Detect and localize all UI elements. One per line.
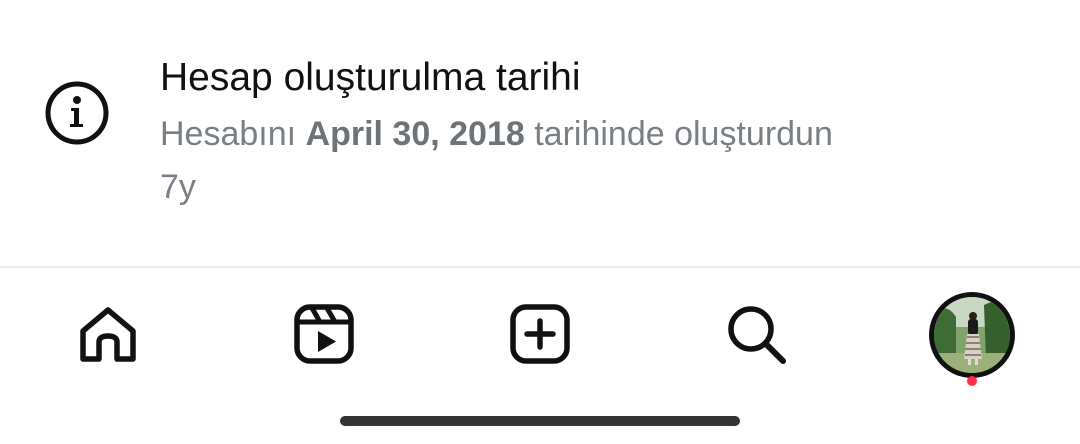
info-title: Hesap oluşturulma tarihi <box>160 56 581 99</box>
search-icon <box>728 306 786 364</box>
home-icon <box>80 307 136 362</box>
nav-home-button[interactable] <box>72 298 144 370</box>
nav-profile-button[interactable] <box>929 292 1015 386</box>
notification-dot <box>967 376 977 386</box>
create-icon <box>510 304 570 364</box>
bottom-nav <box>0 268 1080 398</box>
home-indicator[interactable] <box>340 416 740 426</box>
account-created-row: Hesap oluşturulma tarihi Hesabını April … <box>0 0 1080 266</box>
nav-reels-button[interactable] <box>288 298 360 370</box>
desc-prefix: Hesabını <box>160 115 306 153</box>
info-icon <box>44 80 110 146</box>
avatar <box>929 292 1015 378</box>
info-description: Hesabını April 30, 2018 tarihinde oluştu… <box>160 113 833 155</box>
account-age: 7y <box>160 168 196 206</box>
reels-icon <box>294 304 354 364</box>
creation-date: April 30, 2018 <box>305 115 525 153</box>
desc-suffix: tarihinde oluşturdun <box>524 115 833 153</box>
nav-search-button[interactable] <box>720 298 792 370</box>
nav-create-button[interactable] <box>504 298 576 370</box>
profile-avatar <box>934 297 1010 373</box>
